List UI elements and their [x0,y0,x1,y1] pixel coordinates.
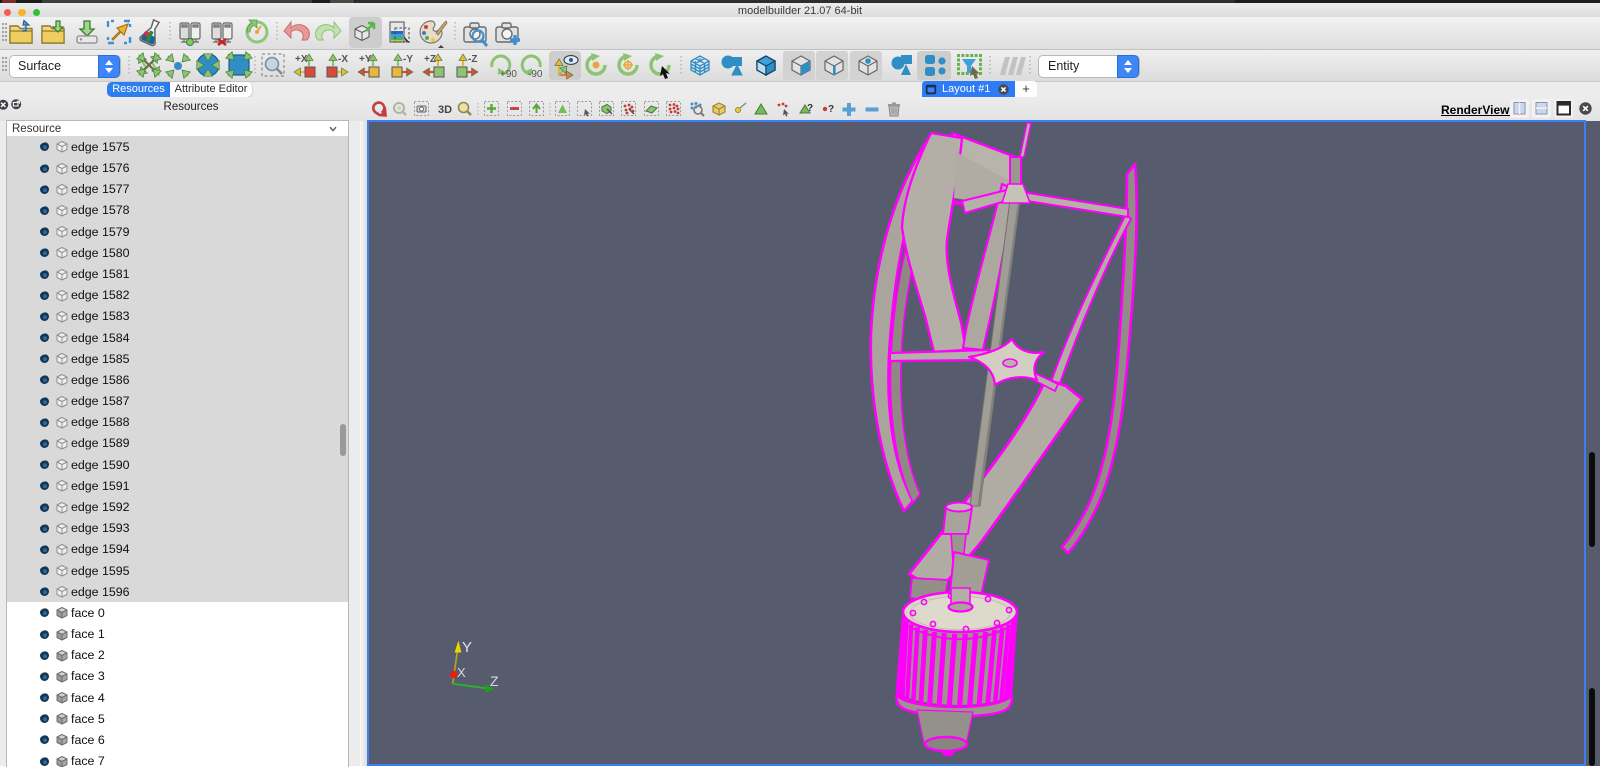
svg-text:+90: +90 [500,69,517,80]
svg-text:-Y: -Y [403,54,413,65]
svg-text:?: ? [828,104,834,115]
svg-text:X: X [457,665,466,680]
svg-text:?: ? [807,103,813,114]
svg-text:3D: 3D [438,104,452,116]
svg-text:-90: -90 [528,69,543,80]
svg-text:Y: Y [462,639,472,656]
svg-text:-Z: -Z [468,54,477,65]
svg-text:-X: -X [338,54,348,65]
svg-text:Z: Z [490,673,499,689]
